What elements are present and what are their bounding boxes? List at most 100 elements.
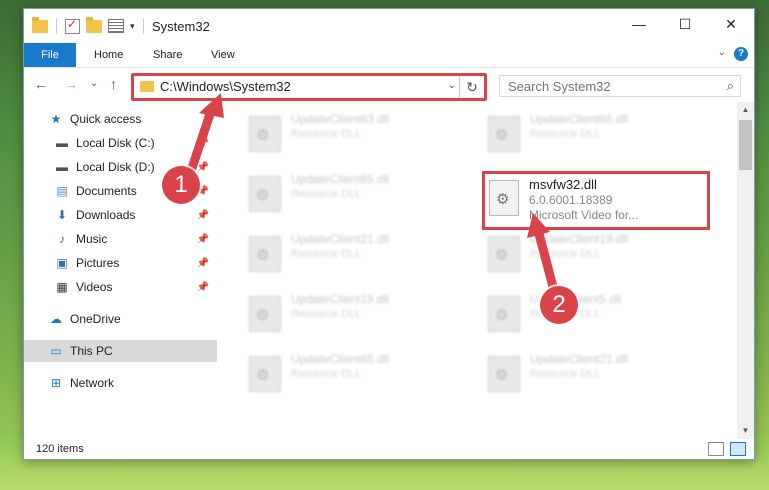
list-item[interactable]: UpdateClient21.dll Resource DLL (482, 348, 702, 402)
step-1-badge: 1 (162, 166, 200, 204)
file-description: Resource DLL (291, 368, 362, 380)
divider (142, 18, 144, 34)
sidebar-item-quick-access[interactable]: ★ Quick access (24, 108, 217, 130)
dll-file-icon (249, 116, 281, 152)
details-view-icon[interactable] (708, 442, 724, 456)
tab-view[interactable]: View (211, 43, 235, 67)
network-icon: ⊞ (50, 376, 62, 390)
scroll-up-icon[interactable]: ▲ (737, 102, 754, 118)
back-button[interactable]: ← (34, 76, 48, 92)
vertical-scrollbar[interactable]: ▲ ▼ (737, 102, 754, 439)
file-version: 6.0.6001.18389 (529, 193, 613, 207)
highlighted-file-msvfw32[interactable]: msvfw32.dll 6.0.6001.18389 Microsoft Vid… (482, 171, 710, 230)
file-description: Resource DLL (291, 188, 362, 200)
search-input[interactable] (506, 76, 710, 96)
scroll-down-icon[interactable]: ▼ (737, 423, 754, 439)
star-icon: ★ (50, 112, 62, 126)
address-dropdown-icon[interactable]: ⌄ (448, 80, 456, 91)
videos-icon: ▦ (56, 280, 68, 294)
file-description: Resource DLL (291, 248, 362, 260)
file-description: Resource DLL (291, 128, 362, 140)
view-switcher (708, 442, 746, 456)
tab-file[interactable]: File (24, 43, 76, 67)
sidebar-item-label: Videos (76, 280, 113, 294)
recent-locations-button[interactable]: ⌄ (90, 78, 98, 89)
dll-file-icon (489, 180, 519, 216)
sidebar-item-label: Music (76, 232, 108, 246)
forward-button[interactable]: → (64, 76, 78, 92)
properties-check-icon[interactable] (65, 17, 80, 34)
drive-icon: ▬ (56, 136, 68, 150)
title-bar: ▾ System32 — ☐ ✕ (24, 9, 754, 43)
sidebar-item-label: Network (70, 376, 115, 390)
maximize-button[interactable]: ☐ (662, 9, 708, 39)
properties-icon[interactable] (108, 19, 124, 33)
pin-icon: 📌 (196, 233, 209, 245)
dll-file-icon (249, 356, 281, 392)
status-bar: 120 items (24, 439, 754, 459)
step-2-badge: 2 (540, 286, 578, 324)
tiles-view-icon[interactable] (730, 442, 746, 456)
sidebar-item-label: Downloads (76, 208, 136, 222)
sidebar-item-videos[interactable]: ▦ Videos 📌 (24, 276, 217, 298)
sidebar-item-onedrive[interactable]: ☁ OneDrive (24, 308, 217, 330)
search-icon[interactable]: ⌕ (727, 78, 734, 94)
sidebar-item-label: This PC (70, 344, 113, 358)
refresh-button[interactable]: ↻ (459, 76, 484, 98)
folder-icon (140, 81, 154, 92)
cloud-icon: ☁ (50, 312, 62, 326)
navigation-pane: ★ Quick access ▬ Local Disk (C:) 📌 ▬ Loc… (24, 102, 217, 439)
sidebar-item-downloads[interactable]: ⬇ Downloads 📌 (24, 204, 217, 226)
dll-file-icon (488, 236, 520, 272)
search-box[interactable]: ⌕ (499, 75, 741, 97)
list-item[interactable]: UpdateClient5.dll Resource DLL (482, 288, 702, 342)
tab-home[interactable]: Home (94, 43, 123, 67)
pin-icon: 📌 (196, 137, 209, 149)
new-folder-icon[interactable] (86, 16, 102, 33)
pin-icon: 📌 (196, 281, 209, 293)
dll-file-icon (249, 236, 281, 272)
sidebar-item-music[interactable]: ♪ Music 📌 (24, 228, 217, 250)
sidebar-item-local-disk-c[interactable]: ▬ Local Disk (C:) 📌 (24, 132, 217, 154)
sidebar-item-pictures[interactable]: ▣ Pictures 📌 (24, 252, 217, 274)
downloads-icon: ⬇ (56, 208, 68, 222)
close-button[interactable]: ✕ (708, 9, 754, 39)
list-item[interactable]: UpdateClient21.dll Resource DLL (243, 228, 463, 282)
list-item[interactable]: UpdateClient65.dll Resource DLL (243, 348, 463, 402)
list-item[interactable]: UpdateClient65.dll Resource DLL (243, 168, 463, 222)
minimize-button[interactable]: — (616, 9, 662, 39)
file-name: UpdateClient19.dll (530, 232, 629, 246)
file-description: Microsoft Video for... (529, 208, 639, 222)
address-bar[interactable]: C:\Windows\System32 ⌄ ↻ (131, 73, 487, 101)
dll-file-icon (249, 296, 281, 332)
pin-icon: 📌 (196, 257, 209, 269)
quick-access-toolbar: ▾ (32, 16, 146, 34)
pictures-icon: ▣ (56, 256, 68, 270)
expand-ribbon-icon[interactable]: ⌄ (718, 47, 726, 58)
file-name: UpdateClient21.dll (291, 232, 390, 246)
file-description: Resource DLL (530, 128, 601, 140)
file-list: UpdateClient63.dll Resource DLL UpdateCl… (217, 102, 734, 439)
sidebar-item-label: OneDrive (70, 312, 121, 326)
sidebar-item-label: Local Disk (C:) (76, 136, 155, 150)
sidebar-item-this-pc[interactable]: ▭ This PC (24, 340, 217, 362)
list-item[interactable]: UpdateClient19.dll Resource DLL (482, 228, 702, 282)
up-button[interactable]: ↑ (110, 76, 117, 92)
dll-file-icon (488, 296, 520, 332)
scroll-thumb[interactable] (739, 120, 752, 170)
explorer-window: ▾ System32 — ☐ ✕ File Home Share View ⌄ … (23, 8, 755, 460)
dll-file-icon (249, 176, 281, 212)
dll-file-icon (488, 116, 520, 152)
tab-share[interactable]: Share (153, 43, 182, 67)
file-name: msvfw32.dll (529, 177, 597, 192)
list-item[interactable]: UpdateClient65.dll Resource DLL (482, 108, 702, 162)
help-icon[interactable]: ? (734, 47, 748, 61)
customize-dropdown-icon[interactable]: ▾ (130, 21, 135, 32)
sidebar-item-network[interactable]: ⊞ Network (24, 372, 217, 394)
address-path[interactable]: C:\Windows\System32 (160, 79, 291, 94)
sidebar-item-label: Documents (76, 184, 137, 198)
file-description: Resource DLL (291, 308, 362, 320)
list-item[interactable]: UpdateClient19.dll Resource DLL (243, 288, 463, 342)
file-name: UpdateClient63.dll (291, 112, 390, 126)
list-item[interactable]: UpdateClient63.dll Resource DLL (243, 108, 463, 162)
